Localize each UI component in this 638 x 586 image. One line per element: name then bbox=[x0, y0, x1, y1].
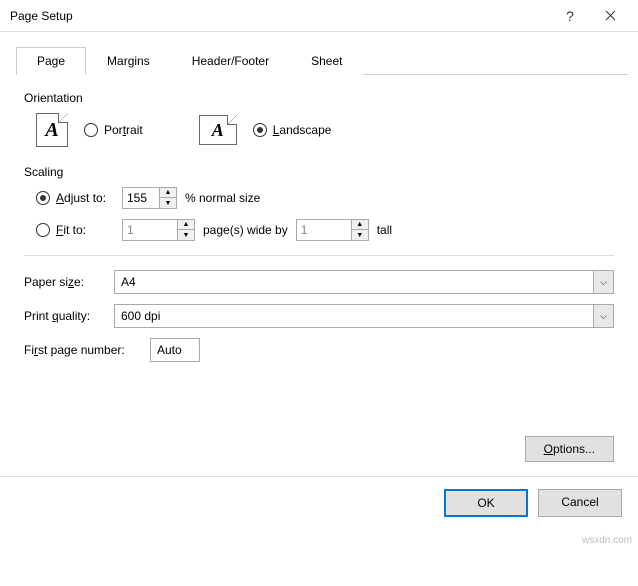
fit-wide-spinner[interactable]: ▲▼ bbox=[122, 219, 195, 241]
cancel-button[interactable]: Cancel bbox=[538, 489, 622, 517]
spin-up-icon[interactable]: ▲ bbox=[160, 188, 176, 198]
watermark: wsxdn.com bbox=[582, 535, 632, 546]
tab-margins[interactable]: Margins bbox=[86, 47, 171, 75]
radio-icon bbox=[253, 123, 267, 137]
spin-down-icon[interactable]: ▼ bbox=[178, 230, 194, 240]
tab-page[interactable]: Page bbox=[16, 47, 86, 75]
close-icon bbox=[605, 10, 616, 21]
adjust-to-suffix: % normal size bbox=[185, 191, 260, 205]
options-button[interactable]: Options... bbox=[525, 436, 614, 462]
spin-up-icon[interactable]: ▲ bbox=[178, 220, 194, 230]
portrait-icon: A bbox=[36, 113, 68, 147]
orientation-group-label: Orientation bbox=[24, 91, 614, 105]
help-button[interactable]: ? bbox=[550, 0, 590, 32]
fit-wide-input[interactable] bbox=[123, 221, 177, 239]
spin-up-icon[interactable]: ▲ bbox=[352, 220, 368, 230]
first-page-number-input[interactable]: Auto bbox=[150, 338, 200, 362]
adjust-to-label: Adjust to: bbox=[56, 191, 106, 205]
paper-size-value: A4 bbox=[115, 275, 593, 289]
adjust-to-spinner[interactable]: ▲▼ bbox=[122, 187, 177, 209]
adjust-to-radio[interactable]: Adjust to: bbox=[36, 191, 114, 205]
divider bbox=[24, 255, 614, 256]
dialog-title: Page Setup bbox=[10, 9, 550, 23]
print-quality-label: Print quality: bbox=[24, 309, 108, 323]
fit-tall-input[interactable] bbox=[297, 221, 351, 239]
paper-size-select[interactable]: A4 ⌵ bbox=[114, 270, 614, 294]
ok-button[interactable]: OK bbox=[444, 489, 528, 517]
fit-to-label: Fit to: bbox=[56, 223, 86, 237]
landscape-icon: A bbox=[199, 115, 237, 145]
tab-sheet[interactable]: Sheet bbox=[290, 47, 363, 75]
radio-icon bbox=[36, 223, 50, 237]
landscape-radio[interactable]: Landscape bbox=[253, 123, 332, 137]
fit-to-radio[interactable]: Fit to: bbox=[36, 223, 114, 237]
adjust-to-input[interactable] bbox=[123, 189, 159, 207]
close-button[interactable] bbox=[590, 0, 630, 32]
title-bar: Page Setup ? bbox=[0, 0, 638, 32]
fit-tall-suffix: tall bbox=[377, 223, 392, 237]
fit-mid-label: page(s) wide by bbox=[203, 223, 288, 237]
radio-icon bbox=[36, 191, 50, 205]
radio-icon bbox=[84, 123, 98, 137]
tab-bar: Page Margins Header/Footer Sheet bbox=[16, 46, 628, 75]
scaling-group-label: Scaling bbox=[24, 165, 614, 179]
portrait-label: Portrait bbox=[104, 123, 143, 137]
chevron-down-icon: ⌵ bbox=[593, 305, 613, 327]
tab-header-footer[interactable]: Header/Footer bbox=[171, 47, 290, 75]
print-quality-value: 600 dpi bbox=[115, 309, 593, 323]
print-quality-select[interactable]: 600 dpi ⌵ bbox=[114, 304, 614, 328]
fit-tall-spinner[interactable]: ▲▼ bbox=[296, 219, 369, 241]
spin-down-icon[interactable]: ▼ bbox=[160, 198, 176, 208]
first-page-number-label: First page number: bbox=[24, 343, 144, 357]
spin-down-icon[interactable]: ▼ bbox=[352, 230, 368, 240]
chevron-down-icon: ⌵ bbox=[593, 271, 613, 293]
dialog-footer: OK Cancel bbox=[0, 476, 638, 529]
portrait-radio[interactable]: Portrait bbox=[84, 123, 143, 137]
landscape-label: Landscape bbox=[273, 123, 332, 137]
paper-size-label: Paper size: bbox=[24, 275, 108, 289]
